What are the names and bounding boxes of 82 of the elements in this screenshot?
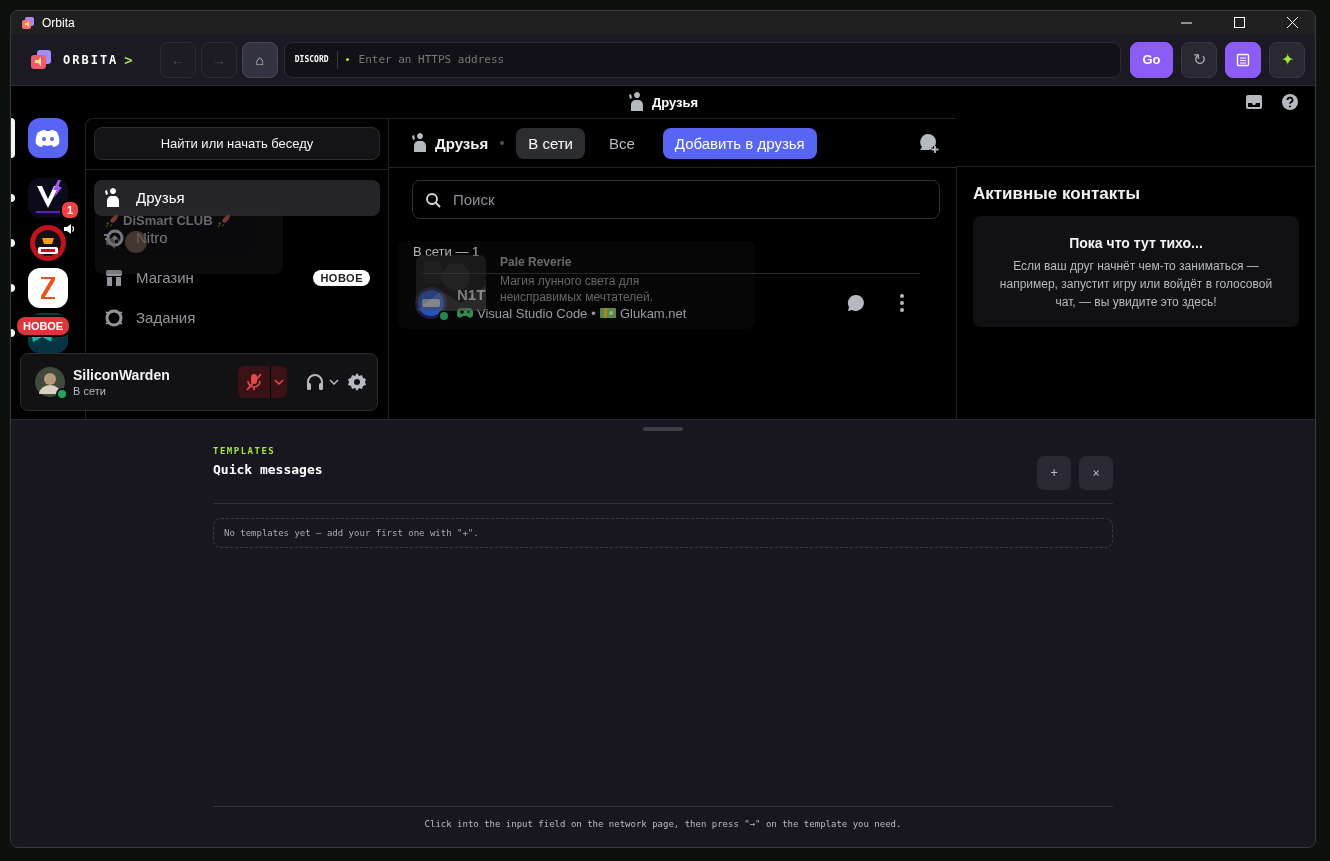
avatar (415, 287, 447, 319)
headphones-icon[interactable] (305, 372, 325, 392)
new-badge: НОВОЕ (313, 270, 370, 286)
nav-item[interactable]: Задания (136, 311, 196, 325)
find-conversation-button[interactable]: Найти или начать беседу (94, 127, 380, 160)
settings-icon[interactable] (347, 372, 367, 392)
inbox-icon[interactable] (1245, 93, 1263, 111)
nav-item[interactable]: Друзья (94, 180, 380, 216)
friend-name: N1T (457, 285, 486, 303)
caret-icon[interactable] (329, 379, 339, 385)
server-icon[interactable] (28, 223, 68, 263)
unread-badge: 1 (60, 200, 80, 220)
search-input[interactable]: Поиск (451, 190, 927, 209)
add-button[interactable]: + (1037, 456, 1071, 490)
mic-options-button[interactable] (270, 366, 287, 398)
filter-tab[interactable]: Все (597, 127, 647, 159)
tooltip-text: DiSmart CLUB (123, 214, 213, 227)
gamepad-icon (457, 307, 473, 319)
card-title: Pale Reverie (500, 255, 573, 269)
home-server-icon[interactable] (28, 118, 68, 158)
rocket-icon (216, 213, 231, 228)
resize-handle[interactable] (643, 427, 683, 431)
address-bar[interactable]: DISCORD Enter an HTTPS address (283, 41, 1121, 78)
app-text: Glukam.net (619, 305, 687, 321)
nav-label: Друзья (136, 191, 185, 205)
avatar (35, 367, 65, 397)
separator-dot (500, 141, 505, 145)
store-icon (104, 268, 124, 288)
brand-name: ORBITA (63, 52, 119, 67)
person-icon (411, 133, 427, 153)
section-title: Друзья (435, 134, 489, 152)
separator-text: • (591, 305, 596, 321)
search-field[interactable]: Поиск (412, 180, 940, 219)
chat-icon[interactable] (846, 293, 866, 313)
server-icon[interactable] (28, 178, 68, 218)
sparkle-button[interactable]: ✦ (1269, 41, 1305, 78)
home-button[interactable]: ⌂ (241, 41, 278, 78)
search-icon (425, 191, 441, 208)
chat-plus-icon[interactable] (918, 132, 940, 154)
empty-title: Пока что тут тихо... (1069, 235, 1203, 251)
reload-button[interactable]: ↻ (1181, 41, 1217, 78)
list-icon (1236, 52, 1250, 67)
activity-text: Visual Studio Code (477, 305, 588, 321)
wreath-icon (104, 308, 124, 328)
add-friend-button[interactable]: Добавить в друзья (662, 127, 817, 159)
user-name: SiliconWarden (73, 367, 171, 383)
caret-icon (274, 379, 284, 385)
url-input[interactable]: Enter an HTTPS address (356, 52, 1110, 67)
go-button[interactable]: Go (1130, 41, 1173, 78)
user-status: В сети (73, 385, 107, 397)
filter-tab[interactable]: В сети (516, 127, 585, 159)
close-icon[interactable] (1286, 17, 1298, 28)
mic-muted-icon (245, 373, 263, 391)
more-icon[interactable] (900, 294, 904, 312)
list-button[interactable] (1225, 41, 1261, 78)
hint-text: Click into the input field on the network page, then press "→" on the template you need. (213, 806, 1113, 847)
server-icon[interactable] (28, 268, 68, 308)
close-button[interactable]: × (1079, 456, 1113, 490)
ring-icon (104, 228, 124, 248)
panel-eyebrow: TEMPLATES (213, 446, 277, 456)
page-title: Друзья (651, 94, 699, 110)
banknote-icon (599, 307, 616, 319)
section-label: В сети — 1 (413, 244, 481, 259)
empty-text: Если ваш друг начнёт чем-то заниматься — например, запустит игру или войдёт в голосовой чат, — вы увидите это здесь! (998, 258, 1274, 311)
brand-arrow: > (124, 51, 133, 68)
panel-title: Активные контакты (973, 184, 1142, 204)
new-label: НОВОЕ (15, 315, 72, 337)
card-description: Магия лунного света для неисправимых мечтателей. (500, 273, 655, 305)
help-icon[interactable] (1281, 93, 1299, 111)
logo-icon (29, 47, 53, 72)
maximize-icon[interactable] (1233, 17, 1245, 28)
status-dot (345, 58, 349, 61)
empty-message: No templates yet — add your first one with "+". (213, 518, 1113, 548)
app-icon (21, 15, 35, 30)
window-title: Orbita (42, 15, 75, 30)
service-label: DISCORD (294, 50, 338, 69)
panel-title: Quick messages (213, 462, 324, 477)
speaker-icon (105, 233, 121, 250)
person-icon (627, 92, 644, 112)
mute-button[interactable] (238, 366, 270, 398)
nav-item[interactable]: Магазин (136, 271, 194, 285)
rocket-icon (105, 213, 119, 228)
